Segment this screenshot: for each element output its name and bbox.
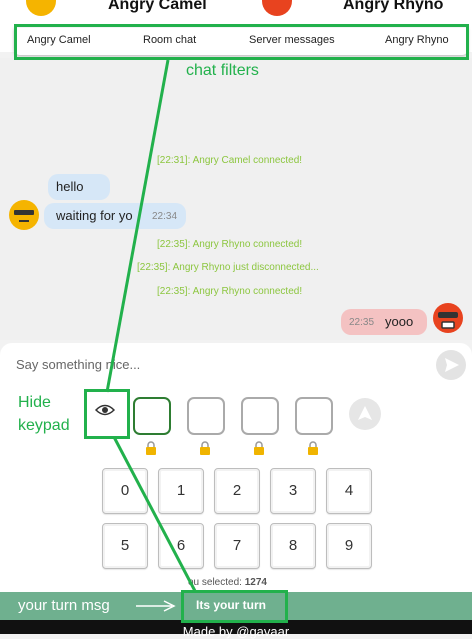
key-2[interactable]: 2 [214, 468, 260, 514]
incoming-bubble: hello [48, 174, 110, 200]
player1-name: Angry Camel [108, 0, 207, 13]
code-slot-active[interactable] [133, 397, 171, 435]
message-text: yooo [385, 314, 414, 329]
message-text: waiting for yo [56, 208, 133, 223]
incoming-bubble: waiting for yo 22:34 [44, 203, 186, 229]
send-button[interactable] [436, 350, 466, 380]
key-4[interactable]: 4 [326, 468, 372, 514]
message-text: hello [56, 179, 84, 194]
submit-code-button[interactable] [349, 398, 381, 430]
hide-keypad-annotation-line2: keypad [18, 417, 70, 434]
lock-icon [200, 441, 210, 455]
turn-message-highlight [181, 590, 288, 623]
system-message: [22:35]: Angry Rhyno connected! [157, 286, 303, 297]
outgoing-bubble: 22:35 yooo [341, 309, 427, 335]
hide-keypad-annotation-line1: Hide [18, 394, 51, 411]
hide-keypad-highlight [84, 389, 130, 439]
lock-icon [146, 441, 156, 455]
code-slot[interactable] [241, 397, 279, 435]
code-slot[interactable] [295, 397, 333, 435]
angry-camel-face-icon [9, 200, 39, 230]
key-9[interactable]: 9 [326, 523, 372, 569]
arrow-up-icon [358, 406, 372, 420]
key-5[interactable]: 5 [102, 523, 148, 569]
message-time: 22:35 [349, 317, 375, 328]
player2-name: Angry Rhyno [343, 0, 444, 13]
system-message: [22:35]: Angry Rhyno just disconnected..… [137, 262, 319, 273]
key-3[interactable]: 3 [270, 468, 316, 514]
selected-code-label: ou selected: [188, 577, 242, 588]
chat-filters-highlight [14, 24, 469, 60]
lock-icon [308, 441, 318, 455]
footer-credit: Made by @gavaar [182, 624, 290, 639]
key-0[interactable]: 0 [102, 468, 148, 514]
selected-code-readout: ou selected: 1274 [188, 577, 267, 588]
key-6[interactable]: 6 [158, 523, 204, 569]
message-time: 22:34 [152, 211, 178, 222]
key-8[interactable]: 8 [270, 523, 316, 569]
system-message: [22:31]: Angry Camel connected! [157, 155, 303, 166]
chat-filters-annotation: chat filters [186, 62, 259, 79]
lock-icon [254, 441, 264, 455]
key-7[interactable]: 7 [214, 523, 260, 569]
angry-rhyno-face-icon [433, 303, 463, 333]
your-turn-annotation: your turn msg [18, 597, 110, 614]
selected-code-value: 1274 [244, 577, 267, 588]
message-input[interactable] [14, 352, 428, 376]
system-message: [22:35]: Angry Rhyno connected! [157, 239, 303, 250]
send-icon [445, 358, 459, 372]
key-1[interactable]: 1 [158, 468, 204, 514]
code-slot[interactable] [187, 397, 225, 435]
